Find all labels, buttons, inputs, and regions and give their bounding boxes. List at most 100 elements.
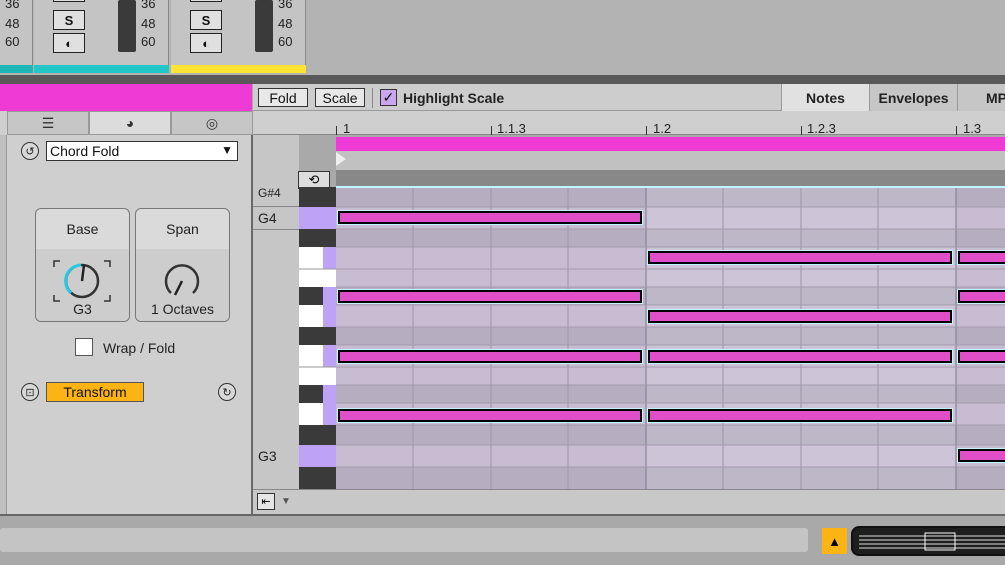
chevron-down-icon[interactable]: ▼ xyxy=(281,496,291,507)
solo-button[interactable]: S xyxy=(190,10,222,30)
volume-fader[interactable] xyxy=(255,0,273,52)
span-knob-panel: Span 1 Octaves xyxy=(135,208,230,322)
editor-bottom-bar xyxy=(253,489,1005,514)
toolbar-divider xyxy=(372,88,373,108)
midi-note[interactable] xyxy=(648,350,952,363)
status-message-area xyxy=(0,528,808,552)
midi-note[interactable] xyxy=(648,310,952,323)
track-color-bar xyxy=(171,65,306,73)
ruler-tick xyxy=(801,126,802,135)
monitor-icon: ◐ xyxy=(202,35,210,51)
ruler-tick xyxy=(646,126,647,135)
target-icon: ◎ xyxy=(205,114,219,131)
monitor-icon: ◐ xyxy=(65,35,73,51)
volume-fader[interactable] xyxy=(118,0,136,52)
wrap-fold-checkbox[interactable] xyxy=(75,338,93,356)
tab-transform[interactable]: ◕ xyxy=(89,111,171,135)
midi-note[interactable] xyxy=(338,409,642,422)
highlight-scale-label: Highlight Scale xyxy=(403,90,505,106)
time-ruler[interactable] xyxy=(253,111,1005,135)
db-tick: 48 xyxy=(278,16,293,31)
ruler-tick xyxy=(491,126,492,135)
panel-separator xyxy=(0,75,1005,84)
ruler-tick xyxy=(336,126,337,135)
transform-mode-value: Chord Fold xyxy=(50,143,120,159)
refresh-icon[interactable]: ↺ xyxy=(21,142,39,160)
db-tick: 60 xyxy=(141,34,156,49)
pitch-label: G3 xyxy=(258,448,277,464)
midi-note[interactable] xyxy=(648,409,952,422)
pitch-label: G#4 xyxy=(258,186,281,200)
db-tick: 60 xyxy=(5,34,20,49)
clip-title-bar[interactable] xyxy=(0,84,252,111)
monitor-button[interactable]: ◐ xyxy=(190,33,222,53)
span-value: 1 Octaves xyxy=(150,301,215,317)
tab-generate[interactable]: ◎ xyxy=(171,111,253,135)
db-tick: 36 xyxy=(141,0,156,11)
note-grid[interactable] xyxy=(336,187,1005,489)
arm-button[interactable] xyxy=(53,0,85,2)
midi-note[interactable] xyxy=(648,251,952,264)
db-tick: 48 xyxy=(5,16,20,31)
start-marker[interactable] xyxy=(336,152,346,166)
mixer-strip-2: S ◐ 36 48 60 xyxy=(171,0,306,73)
base-knob-body: G3 xyxy=(36,249,129,321)
span-knob-body: 1 Octaves xyxy=(136,249,229,321)
db-tick: 60 xyxy=(278,34,293,49)
span-knob[interactable] xyxy=(150,255,214,305)
ruler-label: 1 xyxy=(343,121,351,136)
wrap-fold-label: Wrap / Fold xyxy=(103,340,176,356)
auto-apply-icon[interactable]: ↻ xyxy=(218,383,236,401)
check-icon: ✓ xyxy=(382,89,395,105)
midi-note[interactable] xyxy=(958,350,1005,363)
ruler-label: 1.2 xyxy=(653,121,672,136)
transform-button[interactable]: Transform xyxy=(46,382,144,402)
base-knob-panel: Base G3 xyxy=(35,208,130,322)
midi-note[interactable] xyxy=(958,290,1005,303)
mixer-strip-left: 36 48 60 xyxy=(0,0,33,73)
dice-icon: ◕ xyxy=(125,115,135,131)
ruler-tick xyxy=(956,126,957,135)
fold-button[interactable]: Fold xyxy=(258,88,308,107)
transform-mode-select[interactable]: Chord Fold ▼ xyxy=(46,141,238,161)
ruler-label: 1.2.3 xyxy=(807,121,836,136)
warning-button[interactable]: ▲ xyxy=(822,528,847,554)
midi-note[interactable] xyxy=(338,211,642,224)
db-tick: 48 xyxy=(141,16,156,31)
midi-note[interactable] xyxy=(338,290,642,303)
track-color-bar xyxy=(34,65,169,73)
highlight-scale-checkbox[interactable]: ✓ xyxy=(380,89,397,106)
piano-keys[interactable] xyxy=(299,187,336,489)
base-knob[interactable] xyxy=(50,255,114,305)
scale-button[interactable]: Scale xyxy=(315,88,365,107)
warning-icon: ▲ xyxy=(828,533,841,549)
db-tick: 36 xyxy=(278,0,293,11)
overview-navigator[interactable] xyxy=(851,526,1005,556)
midi-note[interactable] xyxy=(958,251,1005,264)
link-icon[interactable]: ⊡ xyxy=(21,383,39,401)
db-tick: 36 xyxy=(5,0,20,11)
base-label: Base xyxy=(66,221,99,237)
base-value: G3 xyxy=(73,301,92,317)
pitch-label: G4 xyxy=(258,210,277,226)
midi-note[interactable] xyxy=(958,449,1005,462)
monitor-button[interactable]: ◐ xyxy=(53,33,85,53)
draw-mode-button[interactable]: ⇤ xyxy=(257,493,275,510)
selection-line xyxy=(336,186,1005,188)
track-color-bar xyxy=(0,65,33,73)
tab-notes[interactable]: Notes xyxy=(781,84,869,111)
arm-button[interactable] xyxy=(190,0,222,2)
sliders-icon: ☰ xyxy=(41,114,55,131)
chevron-down-icon: ▼ xyxy=(221,143,233,157)
arrow-left-icon: ⇤ xyxy=(261,496,271,508)
tab-parameters[interactable]: ☰ xyxy=(7,111,89,135)
clip-header-strip xyxy=(336,170,1005,187)
tab-envelopes[interactable]: Envelopes xyxy=(869,84,957,111)
solo-button[interactable]: S xyxy=(53,10,85,30)
tab-mpe[interactable]: MP xyxy=(957,84,1005,111)
loop-brace[interactable] xyxy=(336,137,1005,151)
device-left-edge xyxy=(0,135,7,514)
midi-note[interactable] xyxy=(338,350,642,363)
ruler-label: 1.1.3 xyxy=(497,121,526,136)
ruler-label: 1.3 xyxy=(963,121,982,136)
